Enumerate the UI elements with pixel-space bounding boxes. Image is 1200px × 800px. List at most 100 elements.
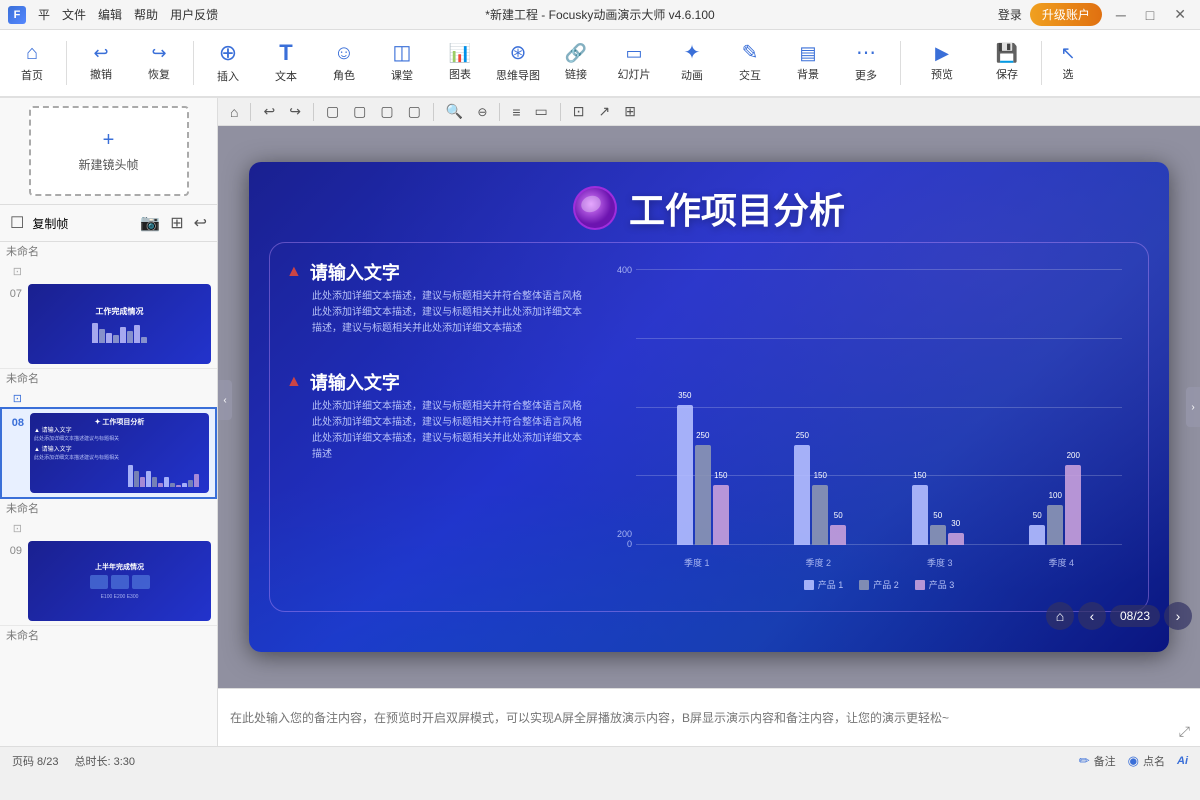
tool-insert[interactable]: ⊕ 插入 — [200, 33, 256, 93]
tool-interact-label: 交互 — [739, 67, 761, 83]
y-label-200b: 200 — [617, 529, 632, 539]
sidebar-collapse-button[interactable]: ‹ — [218, 380, 232, 420]
x-label-3: 季度 3 — [927, 556, 953, 569]
toolbar: ⌂ 首页 ↩ 撤销 ↪ 恢复 ⊕ 插入 T 文本 ☺ 角色 ◫ 课堂 📊 图表 … — [0, 30, 1200, 98]
tool-undo[interactable]: ↩ 撤销 — [73, 33, 129, 93]
slide-item-07[interactable]: 07 工作完成情况 — [0, 280, 217, 369]
notes-input[interactable] — [230, 711, 1188, 725]
sidebar-top: + 新建镜头帧 — [0, 98, 217, 205]
tool-link[interactable]: 🔗 链接 — [548, 33, 604, 93]
bottom-navigation: ⌂ ‹ 08/23 › — [1046, 602, 1192, 630]
duration-info: 总时长: 3:30 — [74, 753, 135, 769]
login-button[interactable]: 登录 — [998, 6, 1022, 23]
camera-icon[interactable]: 📷 — [138, 211, 162, 235]
slide-name-08: 未命名 — [0, 499, 217, 520]
section-2-header: ▲ 请输入文字 — [286, 369, 586, 395]
menu-feedback[interactable]: 用户反馈 — [170, 6, 218, 23]
tool-chart[interactable]: 📊 图表 — [432, 33, 488, 93]
rotate-icon[interactable]: ↩ — [192, 211, 209, 235]
legend-dot-3 — [915, 580, 925, 590]
tool-more-label: 更多 — [855, 67, 877, 83]
copy-frame-icon[interactable]: ☐ — [8, 211, 26, 235]
toolbar-separator-3 — [900, 41, 901, 85]
notes-button[interactable]: ✏ 备注 — [1079, 753, 1116, 769]
unnamed-label-top: 未命名 — [0, 242, 217, 263]
nav-home-button[interactable]: ⌂ — [1046, 602, 1074, 630]
tool-preview[interactable]: ▶ 预览 — [907, 33, 977, 93]
new-frame-button[interactable]: + 新建镜头帧 — [29, 106, 189, 196]
expand-icon[interactable]: ↗ — [595, 101, 615, 122]
bar-g1-p1: 350 — [677, 405, 693, 545]
grid2-icon[interactable]: ⊡ — [569, 101, 589, 122]
canvas-sep-5 — [560, 103, 561, 121]
close-button[interactable]: ✕ — [1168, 6, 1192, 23]
bar-g1-p2: 250 — [695, 445, 711, 545]
section-1-icon: ▲ — [286, 263, 302, 281]
canvas-frame2-icon[interactable]: ▢ — [349, 101, 370, 122]
notes-expand-icon[interactable]: ⤢ — [1179, 723, 1190, 740]
tool-interact[interactable]: ✎ 交互 — [722, 33, 778, 93]
bar-g2-p3: 50 — [830, 525, 846, 545]
tool-chart-label: 图表 — [449, 66, 471, 82]
right-panel-collapse-button[interactable]: › — [1186, 387, 1200, 427]
tool-classroom[interactable]: ◫ 课堂 — [374, 33, 430, 93]
home-icon: ⌂ — [26, 43, 38, 63]
tool-slide[interactable]: ▭ 幻灯片 — [606, 33, 662, 93]
tool-undo-label: 撤销 — [90, 66, 112, 82]
tool-save[interactable]: 💾 保存 — [979, 33, 1035, 93]
canvas-home-icon[interactable]: ⌂ — [226, 102, 242, 122]
slide-item-09[interactable]: 09 上半年完成情况 E100 E200 E300 — [0, 537, 217, 626]
bar-g3-p1: 150 — [912, 485, 928, 545]
maximize-button[interactable]: □ — [1140, 7, 1160, 23]
tool-redo[interactable]: ↪ 恢复 — [131, 33, 187, 93]
upgrade-button[interactable]: 升级账户 — [1030, 3, 1102, 26]
slide-num-07: 07 — [6, 284, 22, 300]
menu-help[interactable]: 帮助 — [134, 6, 158, 23]
bar-g2-p2-label: 150 — [814, 471, 827, 480]
notes-btn-label: 备注 — [1094, 753, 1116, 769]
slide-item-08[interactable]: 08 ✦ 工作项目分析 ▲ 请输入文字 此处添加详细文本描述建议与标题相关 ▲ … — [0, 407, 217, 499]
minimize-button[interactable]: ─ — [1110, 7, 1132, 23]
nav-next-button[interactable]: › — [1164, 602, 1192, 630]
menu-file[interactable]: 文件 — [62, 6, 86, 23]
table-icon[interactable]: ⊞ — [620, 101, 640, 122]
section-2-body: 此处添加详细文本描述，建议与标题相关并符合整体语言风格此处添加详细文本描述，建议… — [312, 399, 586, 463]
bar-g3-p1-label: 150 — [913, 471, 926, 480]
layout-icon[interactable]: ▭ — [531, 101, 552, 122]
tool-home-label: 首页 — [21, 67, 43, 83]
tool-select[interactable]: ↖ 选 — [1048, 33, 1088, 93]
tool-home[interactable]: ⌂ 首页 — [4, 33, 60, 93]
nav-prev-button[interactable]: ‹ — [1078, 602, 1106, 630]
grid-icon[interactable]: ⊞ — [168, 211, 185, 235]
tool-mindmap[interactable]: ⊛ 思维导图 — [490, 33, 546, 93]
x-label-2: 季度 2 — [805, 556, 831, 569]
tool-animation[interactable]: ✦ 动画 — [664, 33, 720, 93]
bar-group-2: 250 150 50 — [764, 445, 878, 545]
tool-more[interactable]: ⋯ 更多 — [838, 33, 894, 93]
tool-text[interactable]: T 文本 — [258, 33, 314, 93]
zoom-in-icon[interactable]: 🔍 — [442, 101, 467, 122]
canvas-main[interactable]: 工作项目分析 ▲ 请输入文字 此处添加详细文本描述，建议与标题相关并符合整体语言… — [218, 126, 1200, 688]
canvas-frame-icon[interactable]: ▢ — [322, 101, 343, 122]
zoom-out-icon[interactable]: ⊖ — [473, 103, 491, 121]
tool-background[interactable]: ▤ 背景 — [780, 33, 836, 93]
bar-g4-p2: 100 — [1047, 505, 1063, 545]
save-icon: 💾 — [996, 44, 1018, 62]
points-button[interactable]: ◉ 点名 — [1128, 753, 1165, 769]
bar-g4-p2-label: 100 — [1049, 491, 1062, 500]
canvas-frame3-icon[interactable]: ▢ — [376, 101, 397, 122]
plus-icon: + — [103, 129, 115, 152]
canvas-redo-icon[interactable]: ↪ — [285, 101, 305, 122]
menu-edit[interactable]: 编辑 — [98, 6, 122, 23]
toolbar-separator-4 — [1041, 41, 1042, 85]
canvas-undo-icon[interactable]: ↩ — [259, 101, 279, 122]
align-icon[interactable]: ≡ — [508, 102, 524, 122]
ai-button[interactable]: Ai — [1177, 755, 1188, 767]
tool-character[interactable]: ☺ 角色 — [316, 33, 372, 93]
tool-mindmap-label: 思维导图 — [496, 67, 540, 83]
bar-g4-p3: 200 — [1065, 465, 1081, 545]
canvas-frame4-icon[interactable]: ▢ — [404, 101, 425, 122]
chart-legend: 产品 1 产品 2 产品 3 — [636, 578, 1122, 591]
canvas-sep-3 — [433, 103, 434, 121]
menu-ping[interactable]: 平 — [38, 6, 50, 23]
